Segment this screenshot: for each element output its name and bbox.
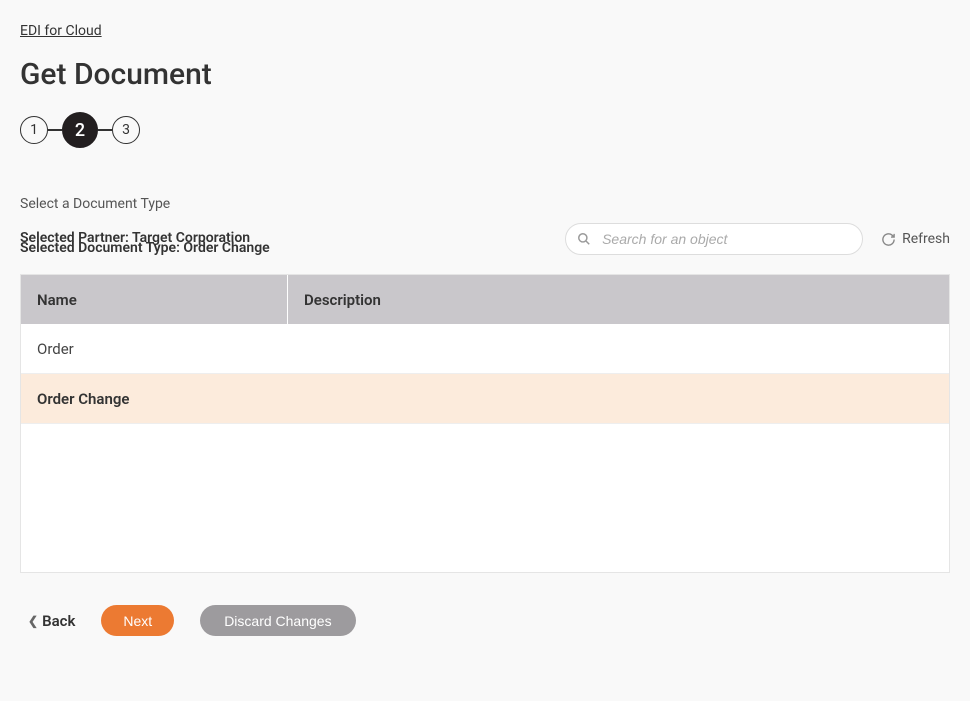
page-title: Get Document bbox=[20, 57, 950, 92]
step-1[interactable]: 1 bbox=[20, 116, 48, 144]
step-connector bbox=[98, 129, 112, 131]
step-2[interactable]: 2 bbox=[62, 112, 98, 148]
back-button[interactable]: ❮ Back bbox=[20, 612, 75, 630]
search-input[interactable] bbox=[565, 223, 863, 255]
row-name: Order Change bbox=[21, 390, 288, 408]
discard-changes-button[interactable]: Discard Changes bbox=[200, 605, 355, 636]
row-name: Order bbox=[21, 340, 288, 358]
table-row[interactable]: Order Change bbox=[21, 374, 949, 424]
search-wrapper bbox=[565, 223, 863, 255]
refresh-button[interactable]: Refresh bbox=[881, 231, 950, 247]
step-3[interactable]: 3 bbox=[112, 116, 140, 144]
selected-doctype: Selected Document Type: Order Change bbox=[20, 240, 270, 256]
search-icon bbox=[577, 232, 591, 246]
step-connector bbox=[48, 129, 62, 131]
breadcrumb-link[interactable]: EDI for Cloud bbox=[20, 23, 102, 39]
chevron-left-icon: ❮ bbox=[28, 614, 38, 628]
refresh-label: Refresh bbox=[902, 231, 950, 247]
table-body: Order Order Change bbox=[21, 324, 949, 572]
refresh-icon bbox=[881, 232, 896, 247]
back-label: Back bbox=[42, 612, 75, 630]
header-description[interactable]: Description bbox=[288, 291, 949, 309]
table-header: Name Description bbox=[21, 275, 949, 324]
header-name[interactable]: Name bbox=[21, 275, 288, 324]
footer: ❮ Back Next Discard Changes bbox=[20, 605, 950, 636]
next-button[interactable]: Next bbox=[101, 605, 174, 636]
table-row[interactable]: Order bbox=[21, 324, 949, 374]
document-type-table: Name Description Order Order Change bbox=[20, 274, 950, 573]
stepper: 1 2 3 bbox=[20, 112, 950, 148]
section-label: Select a Document Type bbox=[20, 196, 950, 212]
